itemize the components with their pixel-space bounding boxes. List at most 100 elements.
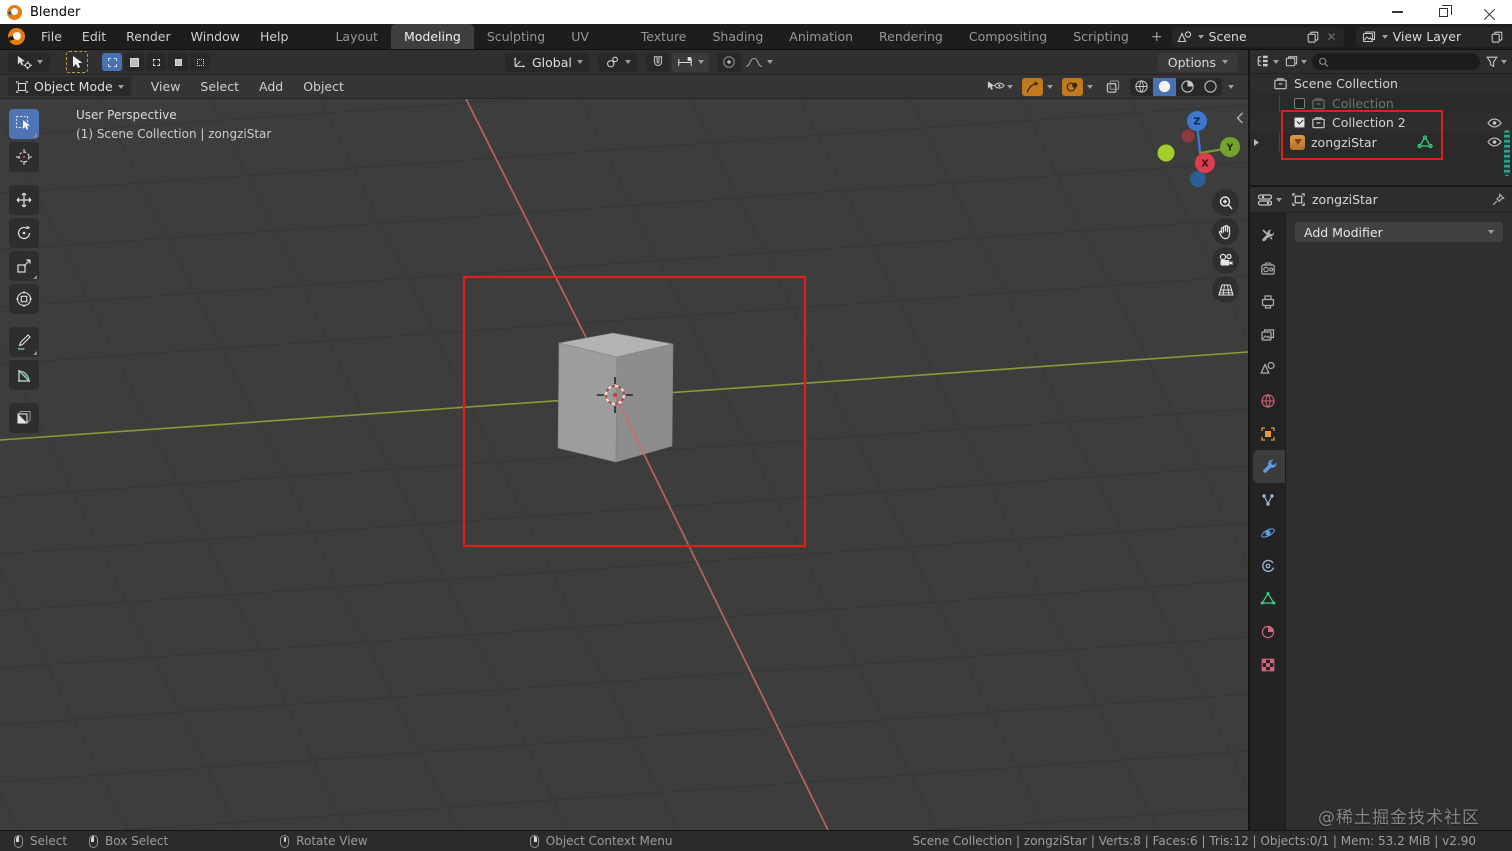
- viewport-canvas[interactable]: User Perspective (1) Scene Collection | …: [0, 99, 1248, 830]
- view-layer-selector[interactable]: View Layer ✕: [1355, 26, 1512, 47]
- add-modifier-dropdown[interactable]: Add Modifier: [1295, 222, 1503, 242]
- tool-cursor[interactable]: [9, 142, 39, 172]
- options-dropdown[interactable]: Options: [1157, 52, 1238, 72]
- tab-compositing[interactable]: Compositing: [956, 24, 1060, 49]
- select-mode-invert[interactable]: [168, 53, 188, 71]
- tab-view-layer[interactable]: [1250, 318, 1285, 351]
- shading-dropdown-chevron-icon[interactable]: [1228, 84, 1234, 89]
- properties-editor-type[interactable]: [1257, 192, 1282, 208]
- tool-select-box[interactable]: [9, 109, 39, 139]
- new-scene-icon[interactable]: [1306, 30, 1320, 44]
- tab-texture-paint[interactable]: Texture Paint: [628, 24, 700, 70]
- outliner-filter[interactable]: [1485, 55, 1507, 69]
- select-mode-extend[interactable]: [124, 53, 144, 71]
- menu-render[interactable]: Render: [116, 24, 181, 49]
- menu-file[interactable]: File: [31, 24, 72, 49]
- camera-view-button[interactable]: [1212, 247, 1239, 274]
- remove-view-layer-icon[interactable]: ✕: [1509, 30, 1512, 44]
- menu-select[interactable]: Select: [190, 75, 249, 98]
- menu-help[interactable]: Help: [250, 24, 299, 49]
- select-mode-set[interactable]: [102, 53, 122, 71]
- shading-wireframe[interactable]: [1130, 78, 1153, 96]
- menu-view[interactable]: View: [141, 75, 191, 98]
- tab-material[interactable]: [1250, 615, 1285, 648]
- tab-render[interactable]: [1250, 252, 1285, 285]
- tab-scripting[interactable]: Scripting: [1060, 24, 1142, 49]
- collection2-checkbox[interactable]: [1294, 117, 1305, 129]
- pivot-point-dropdown[interactable]: [597, 52, 638, 72]
- tool-annotate[interactable]: [9, 327, 39, 357]
- breadcrumb-object-name[interactable]: zongziStar: [1312, 192, 1378, 207]
- tab-layout[interactable]: Layout: [322, 24, 391, 49]
- menu-object[interactable]: Object: [293, 75, 354, 98]
- shading-material-preview[interactable]: [1176, 78, 1199, 96]
- shading-solid[interactable]: [1153, 77, 1176, 96]
- add-workspace-button[interactable]: +: [1142, 24, 1172, 49]
- row-label[interactable]: Collection: [1332, 96, 1394, 111]
- expand-arrow-icon[interactable]: [1253, 138, 1261, 147]
- scene-name[interactable]: Scene: [1209, 29, 1301, 44]
- tool-rotate[interactable]: [9, 218, 39, 248]
- tab-modifier[interactable]: [1253, 450, 1285, 483]
- active-tool-dropdown[interactable]: [8, 52, 50, 72]
- snap-settings-dropdown[interactable]: [671, 52, 709, 72]
- overlays-dropdown[interactable]: [1084, 78, 1096, 96]
- outliner-row-collection2[interactable]: Collection 2: [1250, 113, 1512, 133]
- tool-indicator[interactable]: [66, 51, 88, 73]
- gizmos-toggle[interactable]: [1022, 77, 1043, 96]
- outliner-row-zongzistar[interactable]: zongziStar: [1250, 133, 1512, 153]
- pan-button[interactable]: [1212, 218, 1239, 245]
- tab-object-data[interactable]: [1250, 582, 1285, 615]
- tab-animation[interactable]: Animation: [776, 24, 866, 49]
- mode-dropdown[interactable]: Object Mode: [8, 77, 131, 96]
- tab-constraints[interactable]: [1250, 549, 1285, 582]
- tool-move[interactable]: [9, 185, 39, 215]
- view-layer-name[interactable]: View Layer: [1393, 29, 1485, 44]
- menu-add[interactable]: Add: [249, 75, 293, 98]
- tab-world[interactable]: [1250, 384, 1285, 417]
- search-input[interactable]: [1332, 54, 1474, 69]
- outliner-display-mode[interactable]: [1284, 54, 1307, 69]
- minimize-button[interactable]: [1374, 0, 1420, 24]
- tool-scale[interactable]: [9, 251, 39, 281]
- shading-rendered[interactable]: [1199, 78, 1222, 96]
- xray-toggle[interactable]: [1102, 78, 1124, 96]
- overlays-toggle[interactable]: [1062, 77, 1083, 96]
- tab-particles[interactable]: [1250, 483, 1285, 516]
- outliner-scrollbar[interactable]: [1504, 130, 1510, 176]
- proportional-editing-toggle[interactable]: [716, 52, 741, 72]
- tab-physics[interactable]: [1250, 516, 1285, 549]
- tab-rendering[interactable]: Rendering: [866, 24, 956, 49]
- row-label[interactable]: Collection 2: [1332, 115, 1406, 130]
- tab-object[interactable]: [1250, 417, 1285, 450]
- menu-edit[interactable]: Edit: [72, 24, 116, 49]
- tool-measure[interactable]: [9, 360, 39, 390]
- gizmo-axis-neg-z[interactable]: [1190, 171, 1206, 187]
- restore-button[interactable]: [1420, 0, 1466, 24]
- toggle-ortho-button[interactable]: [1212, 276, 1239, 303]
- tab-modeling[interactable]: Modeling: [390, 24, 474, 49]
- tab-scene[interactable]: [1250, 351, 1285, 384]
- pin-id-button[interactable]: [1491, 192, 1505, 207]
- outliner-row-collection[interactable]: Collection: [1250, 94, 1512, 114]
- visibility-eye-zongzistar[interactable]: [1487, 136, 1502, 148]
- outliner-editor-type[interactable]: [1255, 54, 1279, 69]
- menu-window[interactable]: Window: [181, 24, 250, 49]
- scene-selector[interactable]: Scene ✕: [1171, 26, 1344, 47]
- tool-transform[interactable]: [9, 284, 39, 314]
- gizmos-dropdown[interactable]: [1044, 78, 1056, 96]
- gizmo-axis-neg[interactable]: [1181, 129, 1195, 143]
- close-button[interactable]: [1466, 0, 1512, 24]
- select-mode-subtract[interactable]: [146, 53, 166, 71]
- tab-uv-editing[interactable]: UV Editing: [558, 24, 628, 70]
- collection-checkbox[interactable]: [1294, 97, 1305, 109]
- row-label[interactable]: zongziStar: [1311, 135, 1377, 150]
- mesh-data-icon[interactable]: [1417, 135, 1433, 149]
- unlink-scene-icon[interactable]: ✕: [1325, 30, 1339, 44]
- tab-tool[interactable]: [1250, 219, 1285, 252]
- tab-texture[interactable]: [1250, 648, 1285, 681]
- blender-menu-icon[interactable]: [8, 28, 25, 45]
- tab-sculpting[interactable]: Sculpting: [474, 24, 558, 49]
- gizmo-axis-neg-y[interactable]: [1157, 144, 1175, 162]
- select-mode-intersect[interactable]: [190, 53, 210, 71]
